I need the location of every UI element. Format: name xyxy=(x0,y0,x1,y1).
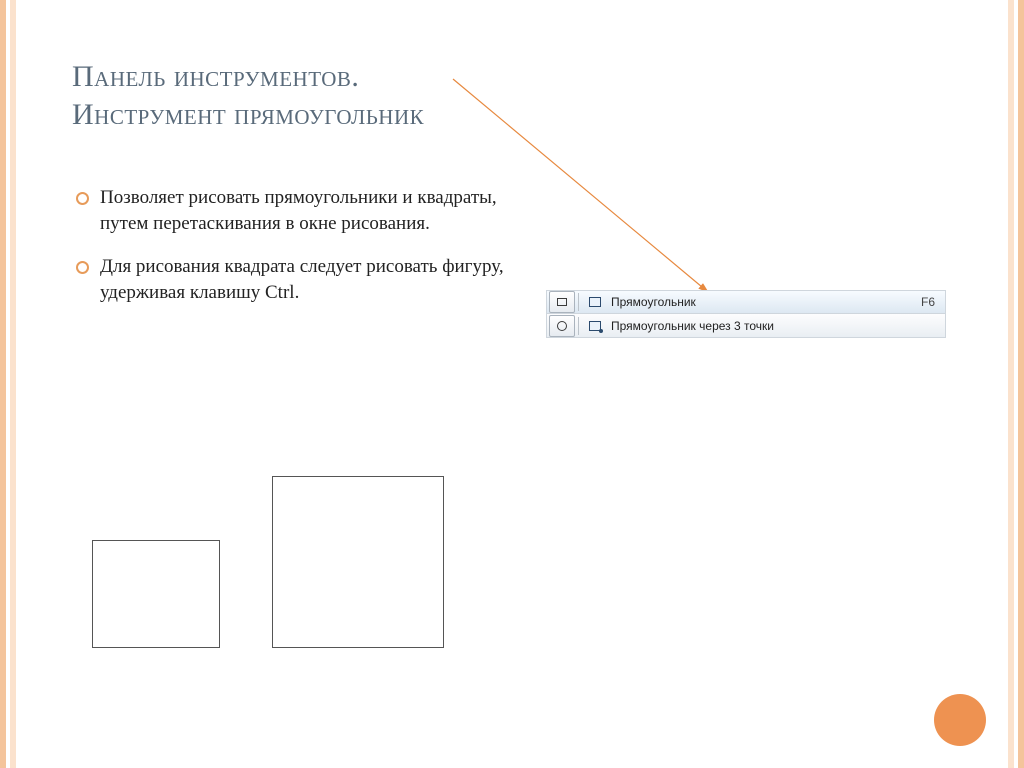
ellipse-icon xyxy=(557,321,567,331)
sample-rectangle xyxy=(92,540,220,648)
slide-body: Панель инструментов. Инструмент прямоуго… xyxy=(16,0,1008,768)
menu-rectangle-icon xyxy=(585,292,605,312)
menu-item-shortcut: F6 xyxy=(903,295,945,309)
menu-rectangle-3pt-icon xyxy=(585,316,605,336)
bullet-column: Позволяет рисовать прямоугольники и квад… xyxy=(72,185,512,324)
flyout-row-rectangle[interactable]: Прямоугольник F6 xyxy=(546,290,946,314)
sample-square xyxy=(272,476,444,648)
bullet-list: Позволяет рисовать прямоугольники и квад… xyxy=(72,185,512,306)
toolbar-separator xyxy=(578,317,579,335)
toolbar-button-rectangle[interactable] xyxy=(549,291,575,313)
decorative-dot xyxy=(934,694,986,746)
slide-title: Панель инструментов. Инструмент прямоуго… xyxy=(72,58,960,133)
toolbar-separator xyxy=(578,293,579,311)
right-stripe-outer xyxy=(1018,0,1024,768)
menu-item-label: Прямоугольник xyxy=(611,295,903,309)
sample-shapes xyxy=(92,476,444,648)
rectangle-tool-flyout: Прямоугольник F6 Прямоугольник через 3 т… xyxy=(546,290,946,338)
rectangle-icon xyxy=(557,298,567,306)
bullet-item: Для рисования квадрата следует рисовать … xyxy=(72,254,512,305)
title-line-2: Инструмент прямоугольник xyxy=(72,96,960,134)
flyout-row-rectangle-3pt[interactable]: Прямоугольник через 3 точки xyxy=(546,314,946,338)
toolbar-button-ellipse[interactable] xyxy=(549,315,575,337)
title-line-1: Панель инструментов. xyxy=(72,58,960,96)
bullet-item: Позволяет рисовать прямоугольники и квад… xyxy=(72,185,512,236)
menu-item-label: Прямоугольник через 3 точки xyxy=(611,319,903,333)
